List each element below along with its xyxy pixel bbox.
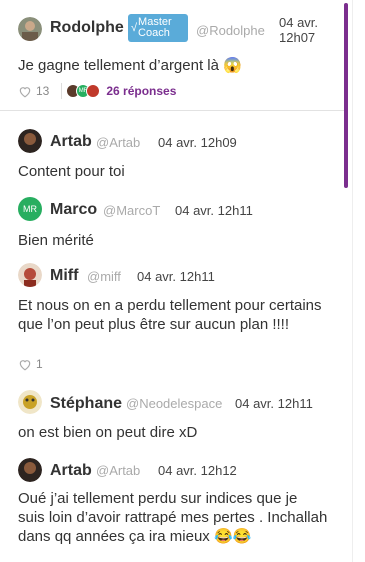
main-post: Rodolphe √ Master Coach @Rodolphe 04 avr…: [0, 0, 345, 111]
avatar[interactable]: [18, 263, 42, 287]
replies-link[interactable]: 26 réponses: [106, 84, 176, 98]
heart-icon[interactable]: [18, 358, 32, 371]
reply-text: Bien mérité: [18, 232, 94, 249]
author-handle[interactable]: @Artab: [96, 463, 140, 478]
reply-time: 04 avr. 12h12: [158, 463, 237, 478]
like-count: 13: [36, 84, 50, 98]
heart-icon[interactable]: [18, 85, 32, 98]
reply: Artab @Artab 04 avr. 12h09 Content pour …: [0, 111, 345, 193]
author-handle[interactable]: @MarcoT: [103, 203, 160, 218]
reply-time: 04 avr. 12h11: [137, 269, 215, 284]
badge-label: Master Coach: [138, 16, 172, 39]
author-handle[interactable]: @Rodolphe: [196, 23, 265, 38]
author-handle[interactable]: @Artab: [96, 135, 140, 150]
scrollbar[interactable]: [344, 3, 348, 188]
thread: Rodolphe √ Master Coach @Rodolphe 04 avr…: [0, 0, 365, 562]
like-count: 1: [36, 357, 43, 371]
reply-time: 04 avr. 12h09: [158, 135, 237, 150]
author-name[interactable]: Miff: [50, 267, 78, 285]
reply: MR Marco @MarcoT 04 avr. 12h11 Bien méri…: [0, 193, 345, 259]
reply-text: Content pour toi: [18, 163, 125, 180]
author-handle[interactable]: @Neodelespace: [126, 396, 222, 411]
check-icon: √: [131, 21, 138, 34]
reply: Stéphane @Neodelespace 04 avr. 12h11 on …: [0, 385, 345, 453]
author-name[interactable]: Rodolphe: [50, 19, 124, 37]
avatar[interactable]: [18, 17, 42, 41]
post-text: Je gagne tellement d’argent là 😱: [18, 57, 242, 74]
panel-edge: [352, 0, 353, 562]
author-name[interactable]: Artab: [50, 133, 92, 151]
avatar[interactable]: [18, 390, 42, 414]
reply-text: Oué j’ai tellement perdu sur indices que…: [18, 490, 328, 545]
author-name[interactable]: Marco: [50, 201, 97, 219]
author-name[interactable]: Stéphane: [50, 395, 122, 413]
reply-time: 04 avr. 12h11: [175, 203, 253, 218]
replier-avatar: [86, 84, 101, 98]
post-time: 04 avr. 12h07: [279, 15, 319, 45]
reply-text: Et nous on en a perdu tellement pour cer…: [18, 297, 322, 333]
author-name[interactable]: Artab: [50, 462, 92, 480]
post-meta: 13 MR 26 réponses: [18, 82, 176, 100]
reply-text: on est bien on peut dire xD: [18, 424, 198, 441]
avatar[interactable]: [18, 458, 42, 482]
avatar[interactable]: MR: [18, 197, 42, 221]
reply-meta: 1: [18, 357, 43, 371]
avatar[interactable]: [18, 129, 42, 153]
reply: Artab @Artab 04 avr. 12h12 Oué j’ai tell…: [0, 453, 345, 562]
reply-time: 04 avr. 12h11: [235, 396, 313, 411]
divider: [61, 83, 63, 99]
reply: Miff @miff 04 avr. 12h11 Et nous on en a…: [0, 259, 345, 385]
master-coach-badge: √ Master Coach: [128, 14, 188, 42]
author-handle[interactable]: @miff: [87, 269, 121, 284]
